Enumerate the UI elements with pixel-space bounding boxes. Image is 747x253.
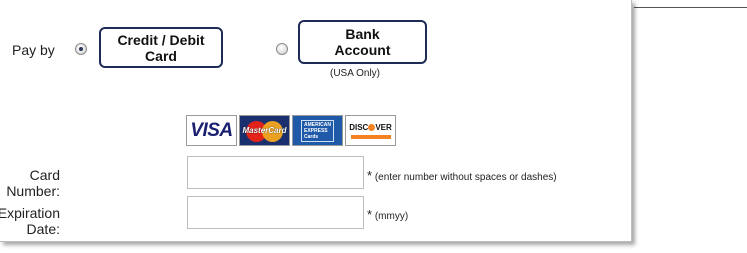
card-number-hint: * (enter number without spaces or dashes…	[367, 168, 557, 183]
discover-logo-text: DISC VER	[349, 122, 392, 132]
visa-logo-text: VISA	[190, 119, 233, 141]
expiration-date-label: Expiration Date:	[0, 205, 60, 237]
pay-by-label: Pay by	[12, 42, 55, 58]
required-star: *	[367, 168, 373, 183]
amex-logo-line-2: EXPRESS	[304, 127, 328, 134]
required-star: *	[367, 207, 373, 222]
card-number-input[interactable]	[187, 156, 364, 189]
visa-logo: VISA	[186, 115, 237, 146]
credit-debit-card-button[interactable]: Credit / Debit Card	[99, 27, 223, 68]
card-radio-button[interactable]	[75, 43, 87, 55]
bank-radio-button[interactable]	[276, 43, 288, 55]
mastercard-logo-text: MasterCard	[242, 126, 287, 135]
amex-logo-line-1: AMERICAN	[304, 121, 331, 128]
expiration-date-input[interactable]	[187, 196, 364, 229]
usa-only-note: (USA Only)	[330, 68, 381, 79]
amex-logo: AMERICAN EXPRESS Cards	[292, 115, 343, 146]
amex-logo-line-3: Cards	[304, 133, 319, 140]
bank-account-button[interactable]: Bank Account	[298, 20, 427, 64]
discover-logo: DISC VER	[345, 115, 396, 146]
card-number-hint-text: (enter number without spaces or dashes)	[374, 172, 557, 183]
mastercard-logo: MasterCard	[239, 115, 290, 146]
payment-panel: Pay by Credit / Debit Card Bank Account …	[0, 0, 632, 242]
expiration-date-hint-text: (mmyy)	[374, 211, 409, 222]
card-number-label: Card Number:	[6, 167, 60, 199]
card-logos: VISA MasterCard AMERICAN EXPRESS Cards D…	[186, 115, 398, 146]
expiration-date-hint: * (mmyy)	[367, 207, 408, 222]
top-divider-line	[634, 7, 747, 8]
